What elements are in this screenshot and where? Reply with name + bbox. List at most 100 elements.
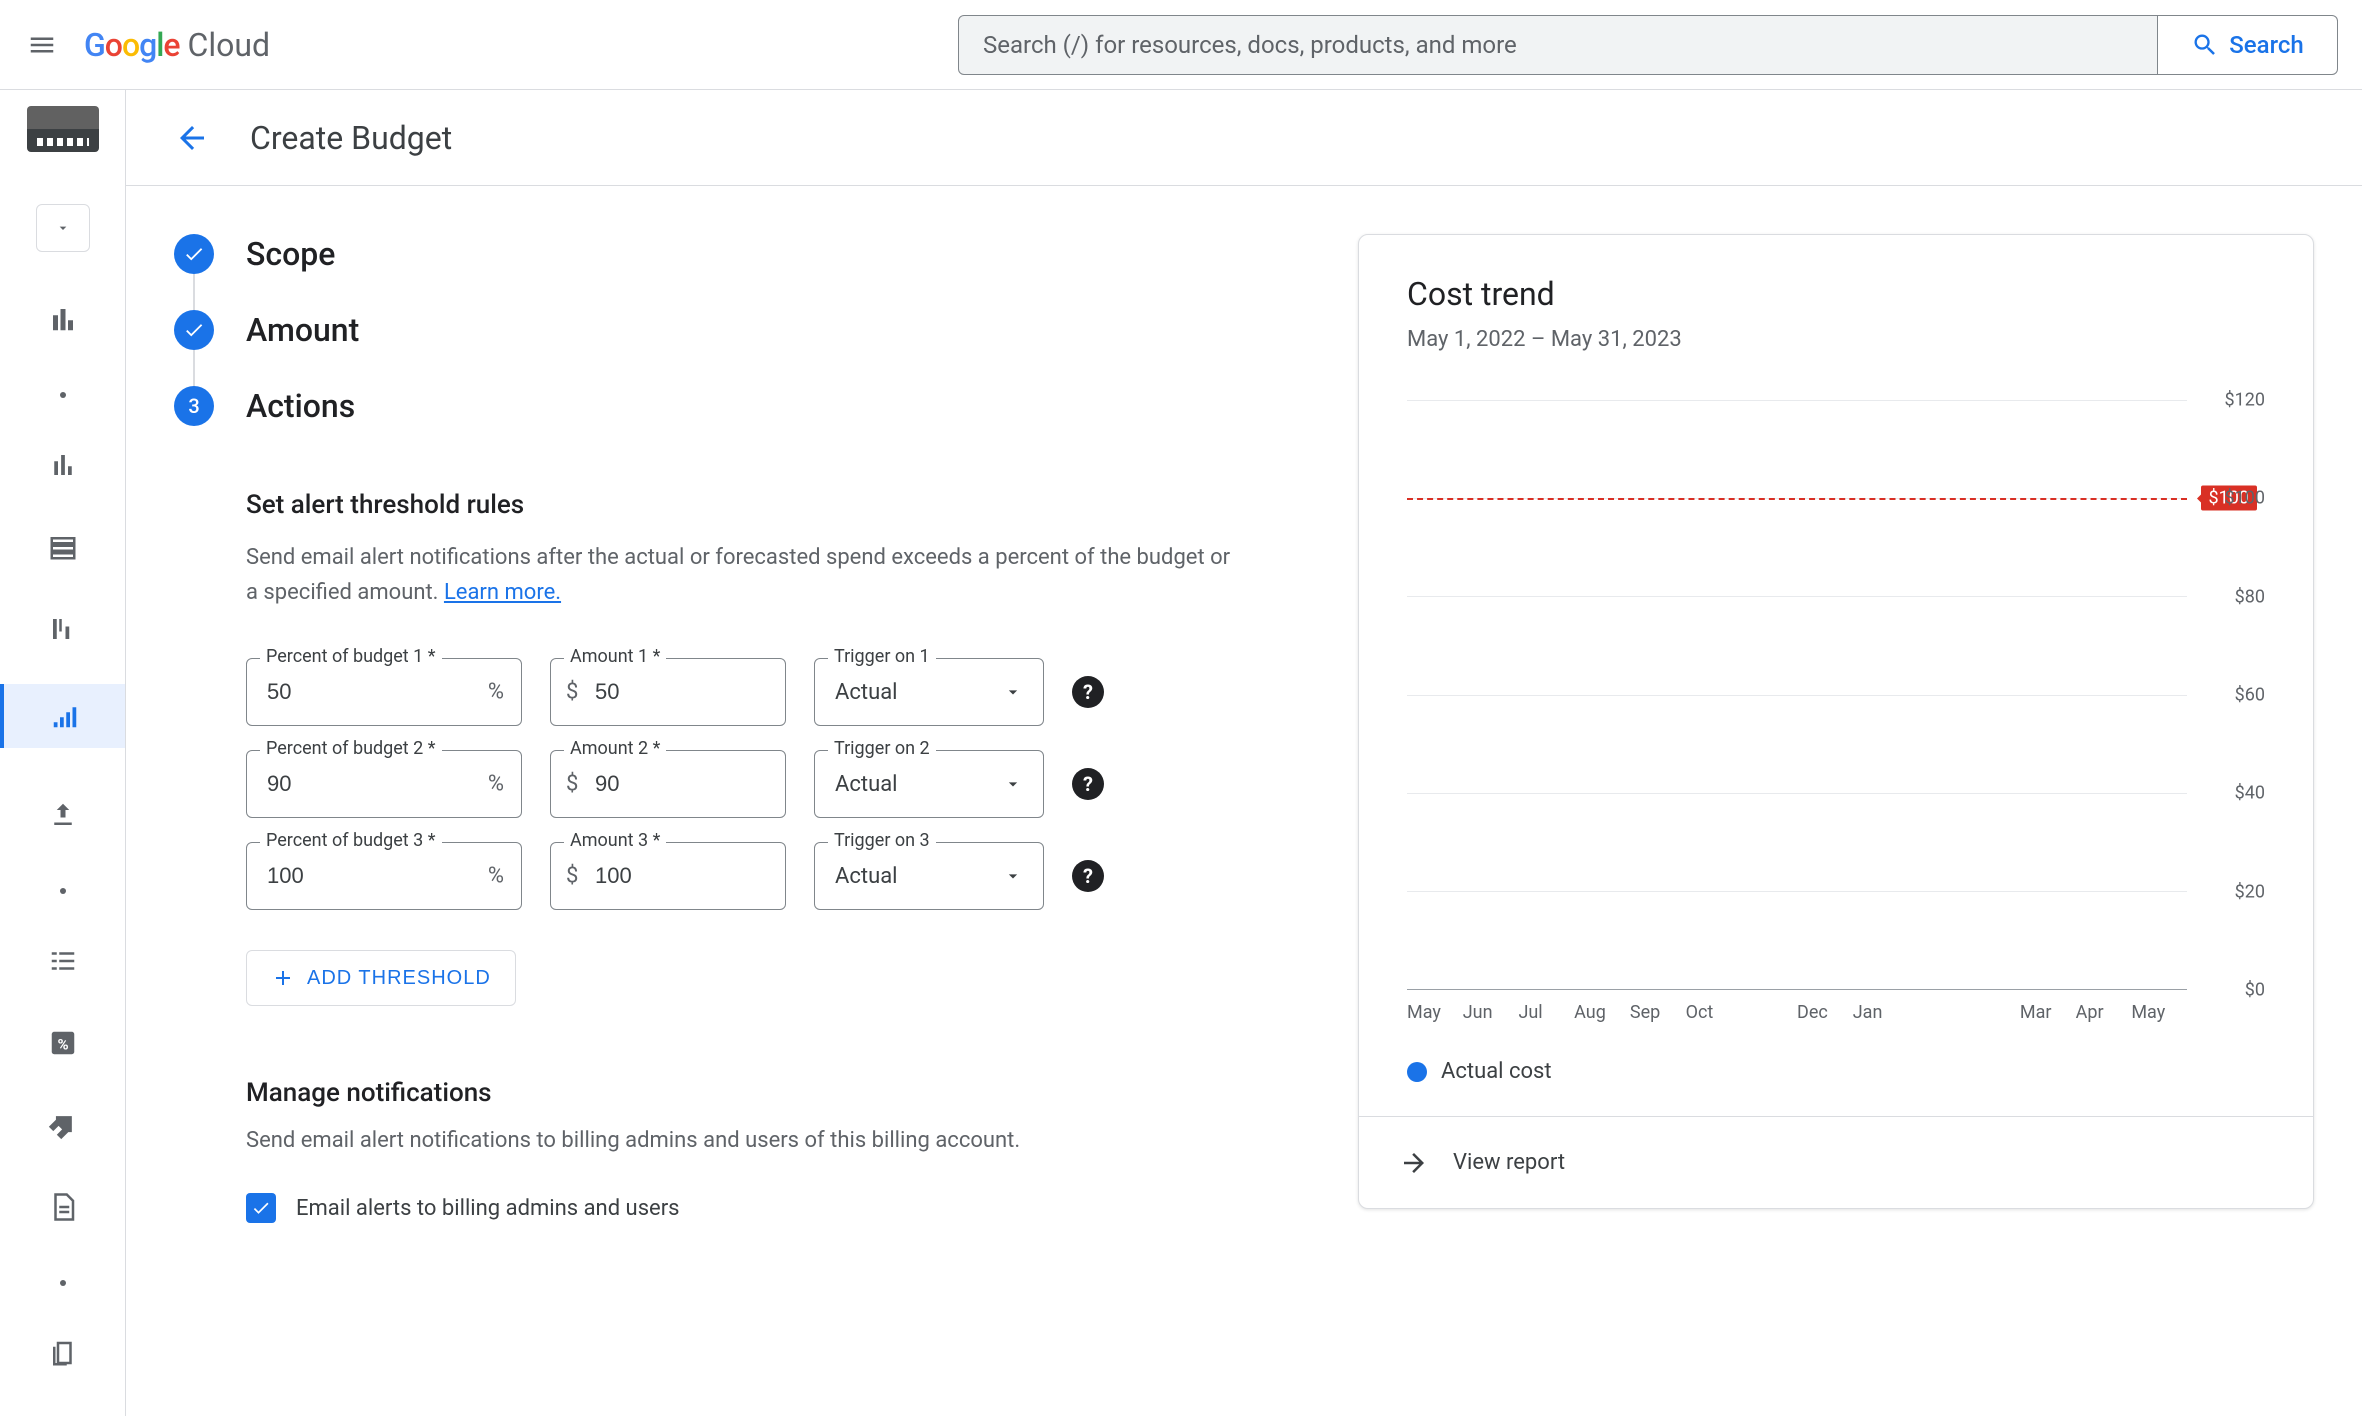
amount-field: Amount 3 *$ xyxy=(550,842,786,910)
x-tick-label: Oct xyxy=(1686,1002,1742,1023)
notifications-heading: Manage notifications xyxy=(246,1078,1294,1108)
y-tick-label: $80 xyxy=(2235,586,2265,607)
trigger-label: Trigger on 2 xyxy=(828,738,936,759)
trigger-field: Trigger on 1Actual xyxy=(814,658,1044,726)
legend-dot-icon xyxy=(1407,1062,1427,1082)
grid-line xyxy=(1407,596,2187,597)
percent-suffix: % xyxy=(488,864,504,889)
sidebar-doc-icon[interactable] xyxy=(48,1192,78,1222)
search-placeholder: Search (/) for resources, docs, products… xyxy=(983,31,1517,59)
search-button[interactable]: Search xyxy=(2158,15,2338,75)
step-amount-label: Amount xyxy=(246,311,359,349)
add-threshold-label: ADD THRESHOLD xyxy=(307,967,491,990)
x-tick-label xyxy=(1908,1002,1964,1023)
step-actions-label: Actions xyxy=(246,387,355,425)
step-scope[interactable]: Scope xyxy=(174,234,1294,274)
top-header: Google Cloud Search (/) for resources, d… xyxy=(0,0,2362,90)
sidebar-reports-icon[interactable] xyxy=(48,450,78,480)
amount-field: Amount 1 *$ xyxy=(550,658,786,726)
dollar-prefix: $ xyxy=(566,772,578,797)
y-tick-label: $120 xyxy=(2225,390,2265,411)
x-tick-label: Jul xyxy=(1518,1002,1574,1023)
amount-input[interactable] xyxy=(550,842,786,910)
sidebar-cost-breakdown-icon[interactable] xyxy=(48,614,78,644)
trigger-select[interactable]: Actual xyxy=(814,842,1044,910)
sidebar-table-icon[interactable] xyxy=(48,532,78,562)
cost-trend-chart: $100 $0$20$40$60$80$100$120 xyxy=(1407,400,2265,990)
help-icon[interactable]: ? xyxy=(1072,860,1104,892)
chart-legend: Actual cost xyxy=(1407,1059,2265,1084)
search-button-label: Search xyxy=(2229,31,2303,59)
threshold-row: Percent of budget 1 *%Amount 1 *$Trigger… xyxy=(246,658,1294,726)
threshold-row: Percent of budget 2 *%Amount 2 *$Trigger… xyxy=(246,750,1294,818)
step-connector xyxy=(193,274,195,310)
step-actions[interactable]: 3 Actions xyxy=(174,386,1294,426)
search-container: Search (/) for resources, docs, products… xyxy=(958,15,2338,75)
percent-suffix: % xyxy=(488,680,504,705)
help-icon[interactable]: ? xyxy=(1072,676,1104,708)
step-connector xyxy=(193,350,195,386)
logo-cloud-text: Cloud xyxy=(188,26,271,64)
percent-input[interactable] xyxy=(246,658,522,726)
sidebar-list-icon[interactable] xyxy=(48,946,78,976)
learn-more-link[interactable]: Learn more. xyxy=(444,580,561,605)
arrow-right-icon xyxy=(1399,1148,1429,1178)
sidebar-docs-icon[interactable] xyxy=(48,1338,78,1368)
back-button[interactable] xyxy=(174,120,210,156)
step-amount[interactable]: Amount xyxy=(174,310,1294,350)
trigger-label: Trigger on 1 xyxy=(828,646,936,667)
trigger-field: Trigger on 3Actual xyxy=(814,842,1044,910)
trigger-select[interactable]: Actual xyxy=(814,658,1044,726)
add-threshold-button[interactable]: ADD THRESHOLD xyxy=(246,950,516,1006)
y-tick-label: $60 xyxy=(2235,685,2265,706)
x-tick-label: May xyxy=(1407,1002,1463,1023)
x-tick-label: Dec xyxy=(1797,1002,1853,1023)
sidebar-export-icon[interactable] xyxy=(48,800,78,830)
stepper: Scope Amount 3 Actions xyxy=(174,234,1294,426)
amount-input[interactable] xyxy=(550,750,786,818)
budget-line xyxy=(1407,498,2187,500)
sidebar-item[interactable] xyxy=(60,1280,66,1286)
svg-text:%: % xyxy=(57,1035,68,1053)
percent-label: Percent of budget 2 * xyxy=(260,738,442,759)
sidebar-percent-icon[interactable]: % xyxy=(48,1028,78,1058)
check-icon xyxy=(174,310,214,350)
email-alerts-checkbox[interactable] xyxy=(246,1193,276,1223)
x-tick-label: Jan xyxy=(1853,1002,1909,1023)
x-tick-label: Sep xyxy=(1630,1002,1686,1023)
percent-input[interactable] xyxy=(246,750,522,818)
sidebar-dropdown[interactable] xyxy=(36,204,90,252)
cost-trend-title: Cost trend xyxy=(1407,275,2265,313)
y-tick-label: $20 xyxy=(2235,881,2265,902)
view-report-link[interactable]: View report xyxy=(1359,1116,2313,1208)
left-sidebar: % xyxy=(0,90,126,1416)
amount-label: Amount 1 * xyxy=(564,646,666,667)
trigger-field: Trigger on 2Actual xyxy=(814,750,1044,818)
percent-input[interactable] xyxy=(246,842,522,910)
sidebar-item[interactable] xyxy=(60,888,66,894)
sidebar-item[interactable] xyxy=(60,392,66,398)
trigger-label: Trigger on 3 xyxy=(828,830,936,851)
sidebar-pricing-icon[interactable] xyxy=(48,1110,78,1140)
dollar-prefix: $ xyxy=(566,864,578,889)
grid-line xyxy=(1407,695,2187,696)
x-tick-label: Jun xyxy=(1463,1002,1519,1023)
threshold-row: Percent of budget 3 *%Amount 3 *$Trigger… xyxy=(246,842,1294,910)
notifications-section: Manage notifications Send email alert no… xyxy=(246,1078,1294,1223)
billing-account-icon[interactable] xyxy=(27,106,99,152)
x-tick-label xyxy=(1741,1002,1797,1023)
google-cloud-logo[interactable]: Google Cloud xyxy=(84,26,270,64)
menu-icon[interactable] xyxy=(24,27,60,63)
help-icon[interactable]: ? xyxy=(1072,768,1104,800)
sidebar-overview-icon[interactable] xyxy=(48,304,78,334)
x-tick-label: Apr xyxy=(2076,1002,2132,1023)
threshold-desc: Send email alert notifications after the… xyxy=(246,540,1236,610)
amount-input[interactable] xyxy=(550,658,786,726)
budgets-icon xyxy=(50,701,80,731)
trigger-select[interactable]: Actual xyxy=(814,750,1044,818)
sidebar-budgets-active[interactable] xyxy=(0,684,125,748)
percent-field: Percent of budget 2 *% xyxy=(246,750,522,818)
step-scope-label: Scope xyxy=(246,235,335,273)
step-number-icon: 3 xyxy=(174,386,214,426)
search-input[interactable]: Search (/) for resources, docs, products… xyxy=(958,15,2158,75)
